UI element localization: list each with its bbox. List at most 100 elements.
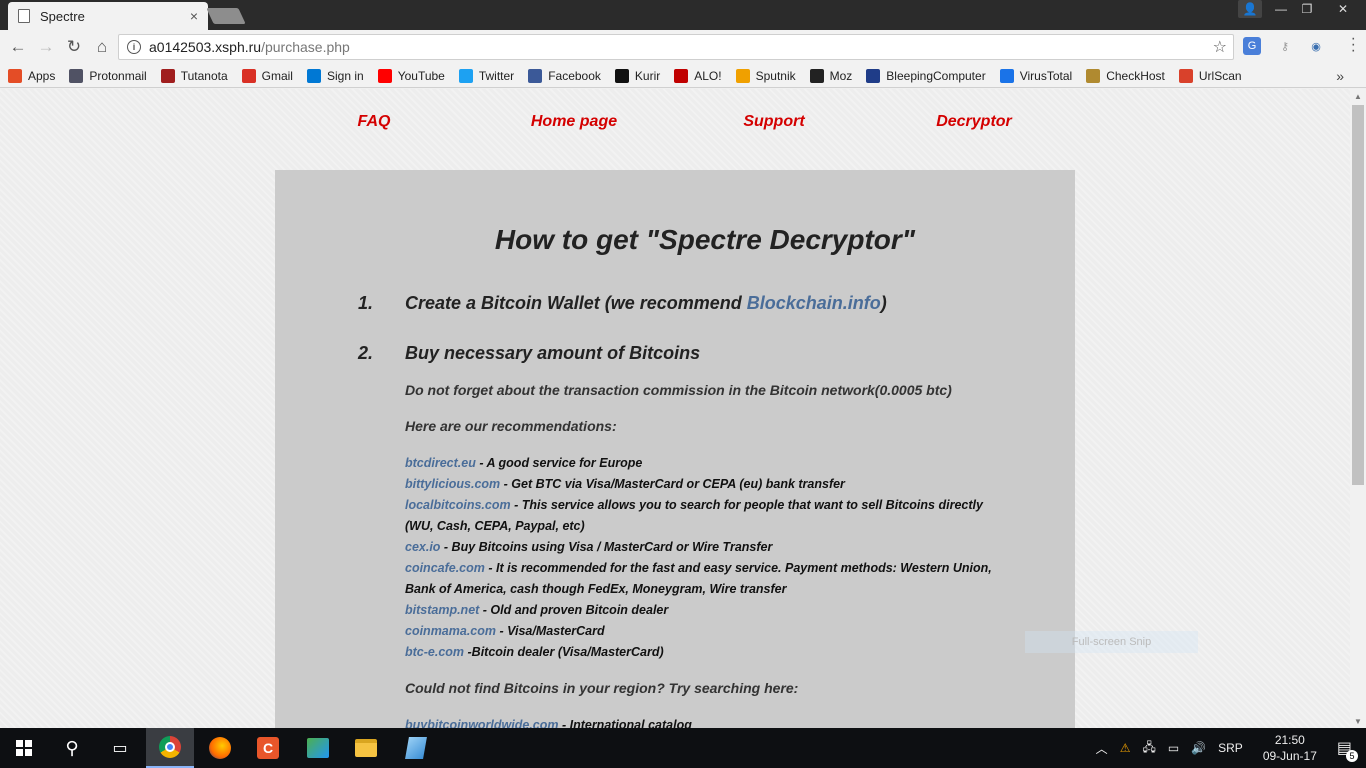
volume-icon[interactable]: 🔊 xyxy=(1191,741,1206,755)
protonmail-icon xyxy=(69,68,84,83)
twitter-icon xyxy=(458,68,473,83)
chrome-menu-icon[interactable]: · · · xyxy=(1351,31,1356,59)
url-host: a0142503.xsph.ru xyxy=(149,39,262,55)
windows-logo-icon xyxy=(16,740,32,756)
close-window-icon[interactable]: ✕ xyxy=(1320,0,1366,18)
bookmark-urlscan[interactable]: UrlScan xyxy=(1178,68,1242,83)
bookmark-facebook[interactable]: Facebook xyxy=(528,68,601,83)
home-icon[interactable]: ⌂ xyxy=(88,33,116,61)
clock[interactable]: 21:50 09-Jun-17 xyxy=(1263,732,1317,764)
bookmark-alo[interactable]: ALO! xyxy=(674,68,722,83)
paint-taskbar-icon[interactable] xyxy=(392,728,440,768)
recommendation-desc: -Bitcoin dealer (Visa/MasterCard) xyxy=(464,645,664,659)
bookmark-sign-in[interactable]: Sign in xyxy=(306,68,364,83)
file-explorer-taskbar-icon[interactable] xyxy=(342,728,390,768)
recommendation-link[interactable]: coinmama.com xyxy=(405,624,496,638)
blockchain-info-link[interactable]: Blockchain.info xyxy=(747,293,881,313)
bookmark-label: Twitter xyxy=(478,68,515,83)
bookmark-apps[interactable]: Apps xyxy=(8,68,55,83)
bookmark-youtube[interactable]: YouTube xyxy=(377,68,445,83)
recommendation-link[interactable]: btcdirect.eu xyxy=(405,456,476,470)
address-bar[interactable]: i a0142503.xsph.ru /purchase.php ☆ xyxy=(118,34,1234,60)
forward-arrow-icon[interactable]: → xyxy=(32,33,60,61)
minimize-icon[interactable]: — xyxy=(1268,0,1294,18)
list-item: coincafe.com - It is recommended for the… xyxy=(405,558,995,600)
scrollbar-thumb[interactable] xyxy=(1352,105,1364,485)
tray-expand-icon[interactable]: ︿ xyxy=(1096,740,1108,757)
nav-decryptor-link[interactable]: Decryptor xyxy=(874,113,1074,131)
firefox-taskbar-icon[interactable] xyxy=(196,728,244,768)
action-center-icon[interactable]: ▤ 5 xyxy=(1337,738,1358,762)
recommendation-link[interactable]: cex.io xyxy=(405,540,440,554)
step-2-text: Buy necessary amount of Bitcoins xyxy=(405,343,701,363)
recommendation-link[interactable]: bittylicious.com xyxy=(405,477,500,491)
bookmark-gmail[interactable]: Gmail xyxy=(241,68,293,83)
bookmark-kurir[interactable]: Kurir xyxy=(614,68,660,83)
browser-tab-active[interactable]: Spectre × xyxy=(8,2,208,30)
recommendation-link[interactable]: coincafe.com xyxy=(405,561,485,575)
bookmark-protonmail[interactable]: Protonmail xyxy=(69,68,147,83)
start-button[interactable] xyxy=(0,728,48,768)
recommendation-desc: - Buy Bitcoins using Visa / MasterCard o… xyxy=(440,540,773,554)
search-icon[interactable]: ⚲ xyxy=(48,728,96,768)
bookmark-sputnik[interactable]: Sputnik xyxy=(735,68,796,83)
bookmark-virustotal[interactable]: VirusTotal xyxy=(999,68,1072,83)
site-info-icon[interactable]: i xyxy=(127,40,141,54)
snip-overlay[interactable]: Full-screen Snip xyxy=(1025,631,1198,653)
reload-icon[interactable]: ↻ xyxy=(60,33,88,61)
nav-home-link[interactable]: Home page xyxy=(474,113,674,131)
vertical-scrollbar[interactable]: ▲ ▼ xyxy=(1350,89,1366,728)
recommendation-link[interactable]: bitstamp.net xyxy=(405,603,479,617)
list-item: bittylicious.com - Get BTC via Visa/Mast… xyxy=(405,474,995,495)
battery-icon[interactable]: ▭ xyxy=(1168,741,1179,755)
bookmarks-overflow-icon[interactable]: » xyxy=(1336,68,1344,84)
translate-extension-icon[interactable]: G xyxy=(1243,37,1261,55)
recommendation-link[interactable]: btc-e.com xyxy=(405,645,464,659)
bookmark-label: UrlScan xyxy=(1198,68,1242,83)
network-icon[interactable]: 🖧 xyxy=(1142,738,1155,759)
region-link[interactable]: buybitcoinworldwide.com xyxy=(405,718,558,728)
eye-extension-icon[interactable]: ◉ xyxy=(1307,37,1325,55)
urlscan-icon xyxy=(1178,68,1193,83)
restore-icon[interactable]: ❐ xyxy=(1294,0,1320,18)
scroll-down-icon[interactable]: ▼ xyxy=(1350,714,1366,728)
back-arrow-icon[interactable]: ← xyxy=(4,33,32,61)
content-panel: How to get "Spectre Decryptor" 1. Create… xyxy=(275,170,1075,728)
key-extension-icon[interactable]: ⚷ xyxy=(1276,37,1294,55)
recommendation-desc: - Get BTC via Visa/MasterCard or CEPA (e… xyxy=(500,477,845,491)
recommendation-link[interactable]: localbitcoins.com xyxy=(405,498,511,512)
bookmark-star-icon[interactable]: ☆ xyxy=(1213,37,1227,57)
bookmark-label: ALO! xyxy=(694,68,722,83)
step-1-text-before: Create a Bitcoin Wallet (we recommend xyxy=(405,293,747,313)
new-tab-button[interactable] xyxy=(206,8,246,24)
chrome-taskbar-icon[interactable] xyxy=(146,728,194,768)
list-item: bitstamp.net - Old and proven Bitcoin de… xyxy=(405,600,995,621)
bookmark-moz[interactable]: Moz xyxy=(809,68,852,83)
tab-close-icon[interactable]: × xyxy=(190,8,198,24)
nav-support-link[interactable]: Support xyxy=(674,113,874,131)
youtube-icon xyxy=(377,68,392,83)
nav-faq-link[interactable]: FAQ xyxy=(274,113,474,131)
bookmark-twitter[interactable]: Twitter xyxy=(458,68,515,83)
bleepingcomputer-icon xyxy=(866,68,881,83)
language-indicator[interactable]: SRP xyxy=(1218,741,1243,755)
list-item: btcdirect.eu - A good service for Europe xyxy=(405,453,995,474)
scroll-up-icon[interactable]: ▲ xyxy=(1350,89,1366,103)
app-taskbar-icon[interactable] xyxy=(294,728,342,768)
microsoft-icon xyxy=(306,68,321,83)
step-1-text: Create a Bitcoin Wallet (we recommend Bl… xyxy=(405,293,887,314)
sputnik-icon xyxy=(735,68,750,83)
bookmark-label: Protonmail xyxy=(89,68,147,83)
profile-icon[interactable]: 👤 xyxy=(1238,0,1262,18)
task-view-icon[interactable]: ▭ xyxy=(96,728,144,768)
tab-title: Spectre xyxy=(40,8,85,24)
tray-warning-icon[interactable]: ⚠ xyxy=(1120,741,1131,755)
region-list: buybitcoinworldwide.com - International … xyxy=(405,715,1005,728)
recommendations-list: btcdirect.eu - A good service for Europe… xyxy=(405,453,995,663)
ccleaner-taskbar-icon[interactable]: C xyxy=(244,728,292,768)
bookmark-checkhost[interactable]: CheckHost xyxy=(1086,68,1165,83)
bookmark-bleepingcomputer[interactable]: BleepingComputer xyxy=(866,68,986,83)
clock-time: 21:50 xyxy=(1274,733,1305,747)
recommendations-heading: Here are our recommendations: xyxy=(405,418,617,434)
bookmark-tutanota[interactable]: Tutanota xyxy=(160,68,228,83)
